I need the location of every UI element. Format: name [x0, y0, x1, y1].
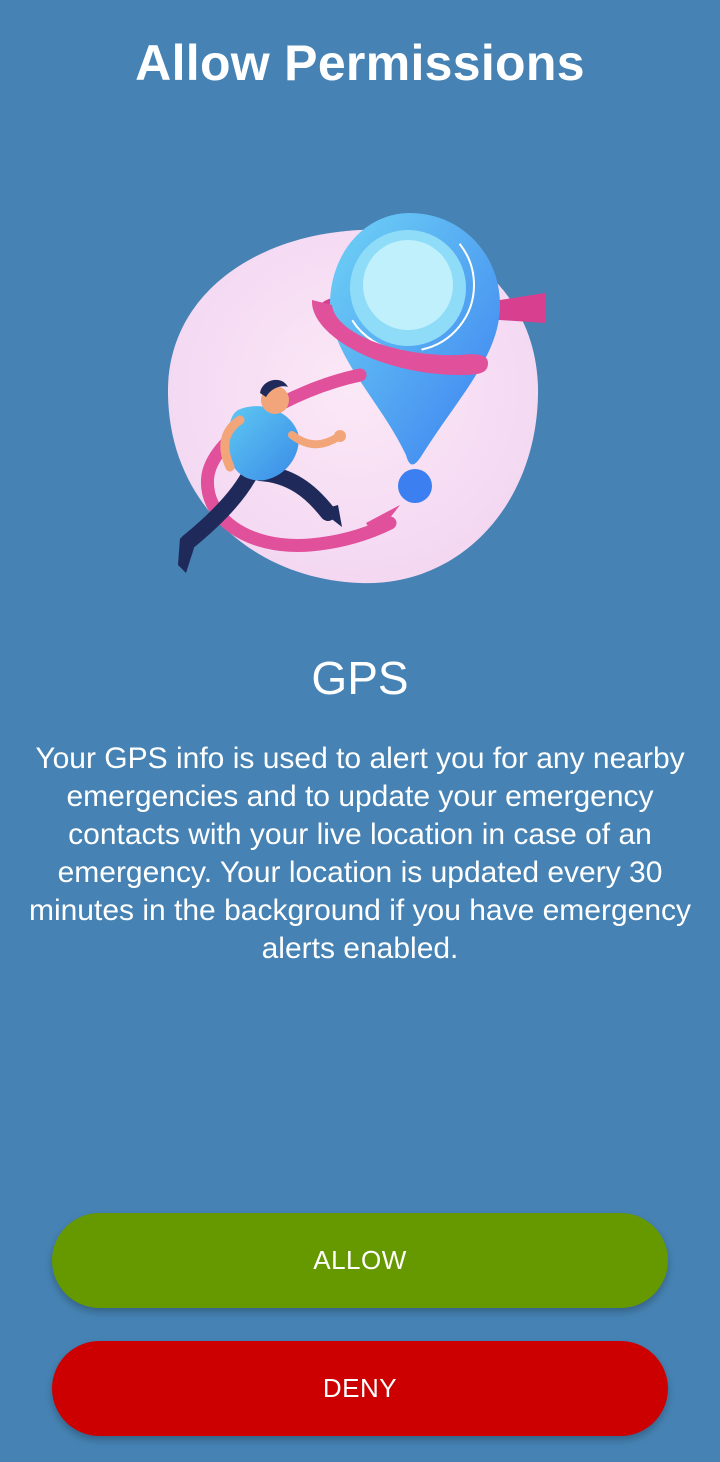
deny-button[interactable]: DENY: [52, 1341, 668, 1436]
permission-title: GPS: [311, 652, 409, 704]
location-pin-icon: [167, 213, 545, 584]
gps-illustration: [160, 205, 560, 585]
allow-button[interactable]: ALLOW: [52, 1213, 668, 1308]
permission-description: Your GPS info is used to alert you for a…: [28, 742, 692, 965]
page-title: Allow Permissions: [135, 35, 585, 91]
permission-screen: Allow Permissions GPS Your GPS info is u…: [0, 0, 720, 1462]
